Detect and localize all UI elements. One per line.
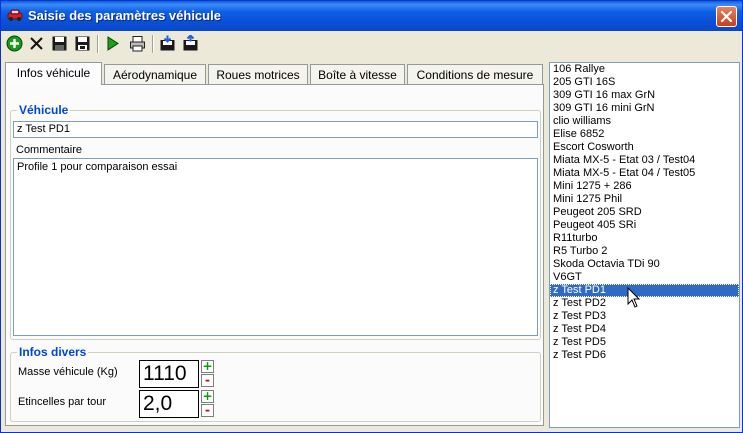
close-button[interactable] xyxy=(716,6,737,27)
masse-label: Masse véhicule (Kg) xyxy=(18,366,118,378)
vehicle-name-field[interactable]: z Test PD1 xyxy=(13,121,538,138)
print-icon xyxy=(130,36,145,52)
tab-aerodynamique[interactable]: Aérodynamique xyxy=(104,64,206,84)
list-item[interactable]: z Test PD6 xyxy=(550,349,739,362)
list-item[interactable]: 106 Rallye xyxy=(550,63,739,76)
etincelles-increment-button[interactable]: + xyxy=(201,390,214,403)
list-item[interactable]: Miata MX-5 - Etat 03 / Test04 xyxy=(550,154,739,167)
window-title: Saisie des paramètres véhicule xyxy=(28,8,221,23)
list-item[interactable]: 309 GTI 16 max GrN xyxy=(550,89,739,102)
list-item[interactable]: V6GT xyxy=(550,271,739,284)
add-button[interactable] xyxy=(4,33,25,54)
comment-textarea[interactable]: Profile 1 pour comparaison essai xyxy=(13,158,538,336)
title-bar: Saisie des paramètres véhicule xyxy=(1,1,742,31)
import-button[interactable] xyxy=(157,33,178,54)
save-as-icon xyxy=(75,36,90,51)
save-as-button[interactable] xyxy=(72,33,93,54)
run-button[interactable] xyxy=(102,33,123,54)
mouse-cursor-icon xyxy=(627,287,641,308)
list-item[interactable]: Mini 1275 Phil xyxy=(550,193,739,206)
list-item[interactable]: clio williams xyxy=(550,115,739,128)
list-item-selected[interactable]: z Test PD1 xyxy=(550,284,739,297)
save-button[interactable] xyxy=(49,33,70,54)
list-item[interactable]: R11turbo xyxy=(550,232,739,245)
masse-increment-button[interactable]: + xyxy=(201,360,214,373)
etincelles-label: Etincelles par tour xyxy=(18,396,107,408)
toolbar-separator xyxy=(97,35,99,53)
close-icon xyxy=(720,10,733,23)
list-item[interactable]: z Test PD2 xyxy=(550,297,739,310)
list-item[interactable]: z Test PD4 xyxy=(550,323,739,336)
list-item[interactable]: Mini 1275 + 286 xyxy=(550,180,739,193)
etincelles-decrement-button[interactable]: - xyxy=(201,404,214,417)
list-item[interactable]: 309 GTI 16 mini GrN xyxy=(550,102,739,115)
list-item[interactable]: Miata MX-5 - Etat 04 / Test05 xyxy=(550,167,739,180)
import-icon xyxy=(160,35,175,51)
run-icon xyxy=(107,36,119,51)
list-item[interactable]: z Test PD3 xyxy=(550,310,739,323)
export-button[interactable] xyxy=(180,33,201,54)
masse-input[interactable]: 1110 xyxy=(139,360,199,388)
infos-divers-group: Infos divers xyxy=(10,345,541,422)
toolbar-separator xyxy=(152,35,154,53)
car-app-icon xyxy=(7,9,23,21)
list-item[interactable]: R5 Turbo 2 xyxy=(550,245,739,258)
comment-label: Commentaire xyxy=(16,144,83,156)
list-item[interactable]: Elise 6852 xyxy=(550,128,739,141)
toolbar xyxy=(1,32,742,56)
main-window: Saisie des paramètres véhicule Infos véh… xyxy=(0,0,743,433)
list-item[interactable]: Skoda Octavia TDi 90 xyxy=(550,258,739,271)
tab-infos-vehicule[interactable]: Infos véhicule xyxy=(5,62,102,85)
vehicle-listbox[interactable]: 106 Rallye 205 GTI 16S 309 GTI 16 max Gr… xyxy=(549,62,740,428)
tab-roues-motrices[interactable]: Roues motrices xyxy=(208,64,308,84)
add-icon xyxy=(6,35,23,52)
infos-divers-label: Infos divers xyxy=(17,345,89,359)
tab-boite-vitesse[interactable]: Boîte à vitesse xyxy=(310,64,405,84)
vehicule-group-label: Véhicule xyxy=(17,103,71,117)
list-item[interactable]: 205 GTI 16S xyxy=(550,76,739,89)
delete-button[interactable] xyxy=(26,33,47,54)
list-item[interactable]: Escort Cosworth xyxy=(550,141,739,154)
tab-panel: Véhicule z Test PD1 Commentaire Profile … xyxy=(5,84,544,426)
export-icon xyxy=(183,35,198,51)
delete-icon xyxy=(30,37,43,50)
list-item[interactable]: z Test PD5 xyxy=(550,336,739,349)
save-icon xyxy=(52,36,67,51)
etincelles-input[interactable]: 2,0 xyxy=(139,390,199,418)
tab-conditions-mesure[interactable]: Conditions de mesure xyxy=(407,64,543,84)
list-item[interactable]: Peugeot 205 SRD xyxy=(550,206,739,219)
list-item[interactable]: Peugeot 405 SRi xyxy=(550,219,739,232)
masse-decrement-button[interactable]: - xyxy=(201,374,214,387)
print-button[interactable] xyxy=(127,33,148,54)
